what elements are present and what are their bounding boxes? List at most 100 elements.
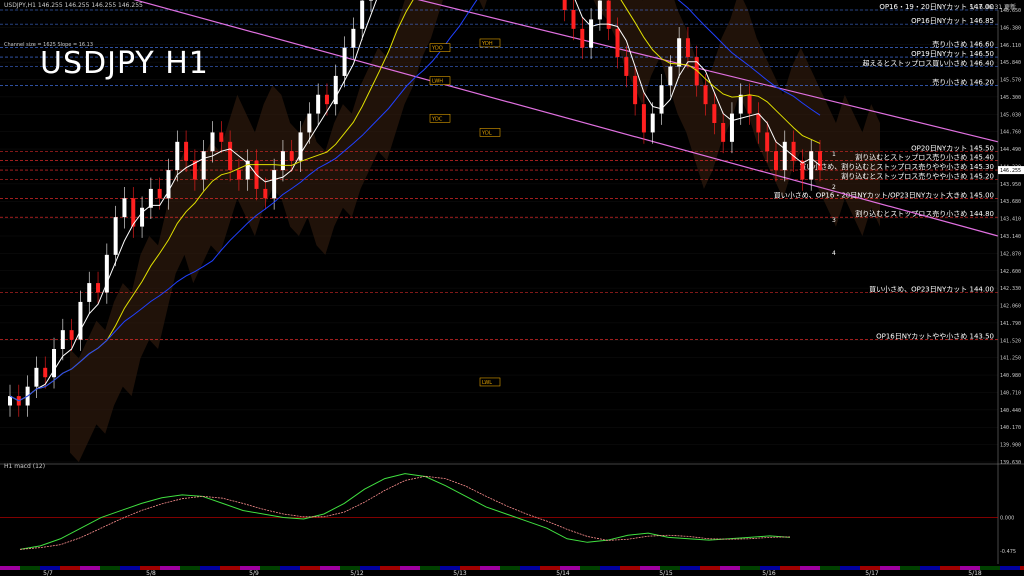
candle-body <box>782 141 787 171</box>
session-bar <box>320 566 340 570</box>
candle-body <box>765 132 770 152</box>
wave-number: 3 <box>832 217 836 224</box>
price-tick-label: 145.570 <box>1000 78 1021 84</box>
price-tick-label: 145.840 <box>1000 60 1021 66</box>
session-bar <box>800 566 820 570</box>
candle-body <box>210 132 215 152</box>
candle-body <box>236 170 241 180</box>
session-bar <box>60 566 80 570</box>
candle-body <box>756 113 761 133</box>
session-bar <box>840 566 860 570</box>
price-tick-label: 140.170 <box>1000 425 1021 431</box>
level-label: OP16日NYカット 146.85 <box>911 17 994 25</box>
session-bar <box>180 566 200 570</box>
x-tick-label: 5/16 <box>762 570 776 576</box>
session-bar <box>580 566 600 570</box>
candle-body <box>738 94 743 114</box>
session-bar <box>300 566 320 570</box>
level-box-label: YDO <box>431 46 443 52</box>
level-label: OP16日NYカットやや小さめ 143.50 <box>876 332 994 341</box>
candle-body <box>633 75 638 105</box>
candle-body <box>360 0 365 29</box>
session-bar <box>680 566 700 570</box>
x-tick-label: 5/12 <box>350 570 364 576</box>
candle-body <box>668 66 673 86</box>
level-label: 売り小さめ 146.20 <box>932 77 994 86</box>
price-tick-label: 144.760 <box>1000 130 1021 136</box>
level-box-label: YDL <box>481 130 492 136</box>
candle-body <box>721 123 726 142</box>
candle-body <box>729 113 734 142</box>
price-tick-label: 140.440 <box>1000 408 1021 414</box>
candle-body <box>342 47 347 76</box>
session-bar <box>880 566 900 570</box>
x-tick-label: 5/7 <box>43 570 53 576</box>
candle-body <box>712 104 717 123</box>
x-tick-label: 5/8 <box>146 570 156 576</box>
candle-body <box>113 217 118 255</box>
price-chart[interactable]: 売り小さめ、OP16日NYカット 148.00OP16日NYカット大きめ 147… <box>0 0 1024 576</box>
candle-body <box>69 330 74 340</box>
candle-body <box>96 283 101 293</box>
session-bar <box>640 566 660 570</box>
session-bar <box>120 566 140 570</box>
candle-body <box>809 151 814 180</box>
level-box-label: LWH <box>432 79 443 85</box>
candle-body <box>818 151 822 171</box>
candle-body <box>263 188 268 199</box>
level-label: OP19日NYカット 146.50 <box>911 50 994 58</box>
price-tick-label: 141.520 <box>1000 338 1021 344</box>
price-tick-label: 143.140 <box>1000 234 1021 240</box>
candle-body <box>641 104 646 133</box>
price-tick-label: 139.900 <box>1000 443 1021 449</box>
session-bar <box>520 566 540 570</box>
session-bar <box>940 566 960 570</box>
x-tick-label: 5/9 <box>249 570 259 576</box>
candle-body <box>8 396 12 406</box>
session-bar <box>480 566 500 570</box>
candle-body <box>34 367 39 387</box>
level-label: 割り込むとストップロス売りやや小さめ 145.20 <box>841 172 994 181</box>
level-label: 買い小さめ、割り込むとストップロス売りやや小さめ 145.30 <box>799 162 994 171</box>
macd-label: H1 macd (12) <box>4 463 46 470</box>
candle-body <box>201 151 206 180</box>
candle-body <box>272 170 277 199</box>
price-tick-label: 143.410 <box>1000 217 1021 223</box>
candle-body <box>43 367 48 378</box>
price-tick-label: 142.330 <box>1000 286 1021 292</box>
price-tick-label: 143.680 <box>1000 199 1021 205</box>
x-tick-label: 5/15 <box>659 570 673 576</box>
candle-body <box>60 330 65 349</box>
session-bar <box>820 566 840 570</box>
candle-body <box>597 0 602 20</box>
price-tick-label: 143.950 <box>1000 182 1021 188</box>
candle-body <box>773 151 778 171</box>
candle-body <box>368 0 373 1</box>
wave-number: 1 <box>832 151 836 158</box>
session-bar <box>900 566 920 570</box>
candle-body <box>122 198 127 218</box>
x-tick-label: 5/17 <box>865 570 879 576</box>
x-tick-label: 5/18 <box>968 570 982 576</box>
candle-body <box>280 151 285 171</box>
price-tick-label: 140.710 <box>1000 390 1021 396</box>
price-tick-label: 141.250 <box>1000 356 1021 362</box>
session-bar <box>500 566 520 570</box>
candle-body <box>571 10 576 29</box>
candle-body <box>324 94 329 105</box>
wave-number: 4 <box>832 250 836 257</box>
price-tick-label: 146.380 <box>1000 25 1021 31</box>
candle-body <box>228 141 233 171</box>
price-tick-label: 146.110 <box>1000 43 1021 49</box>
session-bar <box>980 566 1000 570</box>
session-bar <box>100 566 120 570</box>
session-bar <box>200 566 220 570</box>
current-price-label: 146.255 <box>1000 168 1021 174</box>
datetime: 5/16 06:31 更新 <box>969 4 1016 11</box>
session-bar <box>80 566 100 570</box>
session-bar <box>380 566 400 570</box>
level-label: OP20日NYカット 145.50 <box>911 144 994 152</box>
session-bar <box>920 566 940 570</box>
price-tick-label: 145.300 <box>1000 95 1021 101</box>
level-label: 割り込むとストップロス売り小さめ 145.40 <box>855 153 994 162</box>
